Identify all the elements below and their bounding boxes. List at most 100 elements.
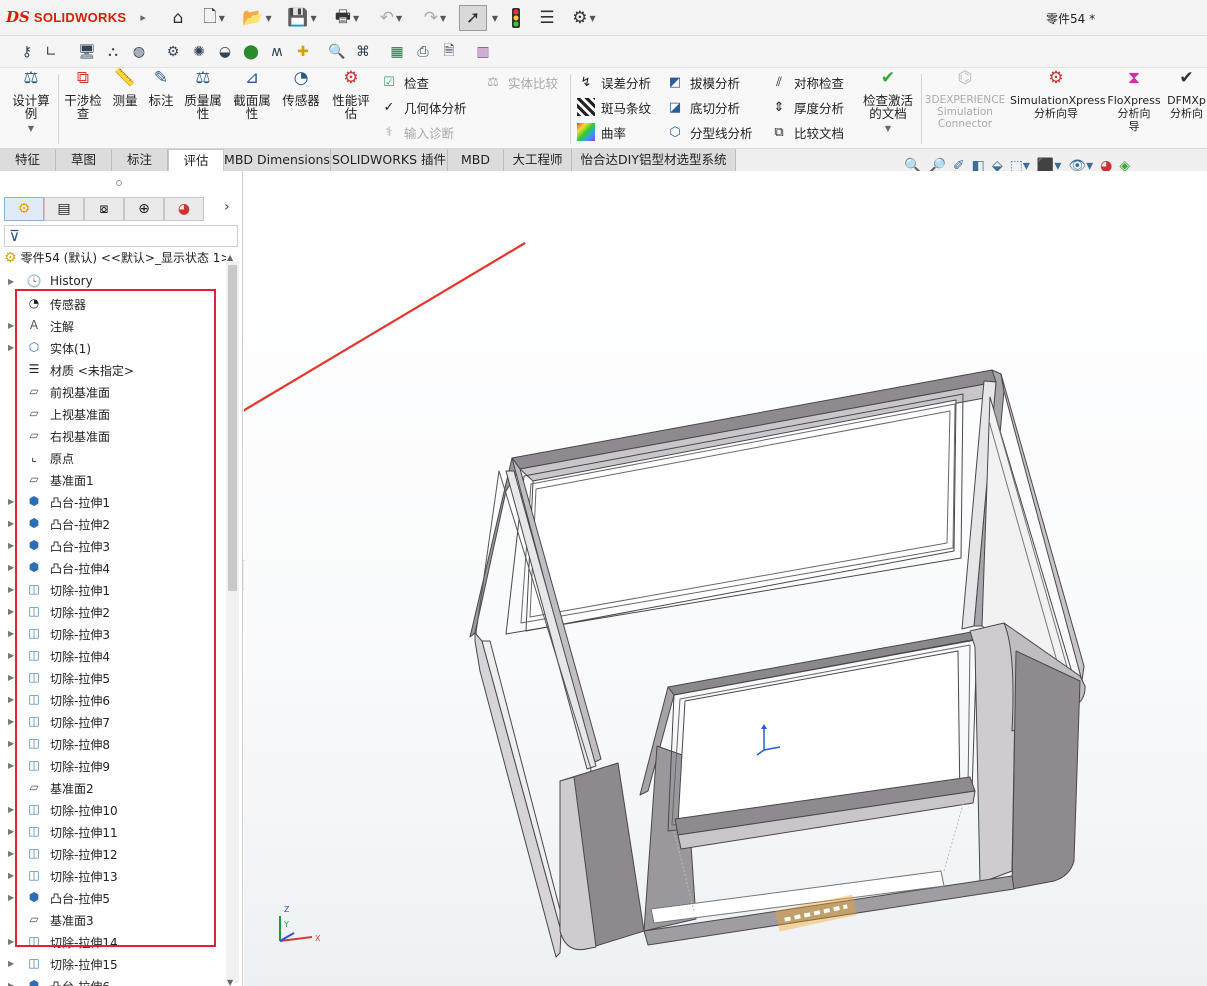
solidworks-logo[interactable]: DS SOLIDWORKS ▸ xyxy=(6,8,146,26)
print-button[interactable]: 🖶 ▼ xyxy=(330,5,364,31)
compare-bodies-button[interactable]: ⚖ 实体比较 xyxy=(484,72,558,92)
file-properties-button[interactable]: ☰ xyxy=(536,5,558,31)
redo-button[interactable]: ↷ ▼ xyxy=(418,5,452,31)
expand-icon[interactable]: ▶ xyxy=(8,981,14,986)
expand-icon[interactable]: ▶ xyxy=(8,651,14,660)
tree-node[interactable]: ▶ ◫ 切除-拉伸4 xyxy=(0,644,226,666)
tab-yihada-profile[interactable]: 怡合达DIY铝型材选型系统 xyxy=(572,149,736,171)
tree-filter[interactable]: ⊽ xyxy=(4,225,238,247)
expand-icon[interactable]: ▶ xyxy=(8,761,14,770)
deviation-analysis-button[interactable]: ↯ 误差分析 xyxy=(577,72,651,92)
tree-node[interactable]: ▶ ◫ 切除-拉伸5 xyxy=(0,666,226,688)
configurationmanager-tab[interactable]: ⧇ xyxy=(84,197,124,221)
expand-icon[interactable]: ▶ xyxy=(8,343,14,352)
tree-node[interactable]: ▶ ◫ 切除-拉伸7 xyxy=(0,710,226,732)
tree-node[interactable]: ▶ ◫ 切除-拉伸15 xyxy=(0,952,226,974)
draft-analysis-button[interactable]: ◩ 拔模分析 xyxy=(666,72,740,92)
tree-node[interactable]: ▶ ◫ 切除-拉伸2 xyxy=(0,600,226,622)
dfmxpress-button[interactable]: ✔ DFMXp 分析向 xyxy=(1166,72,1207,120)
rebuild-button[interactable] xyxy=(506,5,526,31)
expand-icon[interactable]: ▶ xyxy=(8,849,14,858)
check-button[interactable]: ☑ 检查 xyxy=(380,72,429,92)
expand-icon[interactable]: ▶ xyxy=(8,959,14,968)
tab-big-engineer[interactable]: 大工程师 xyxy=(504,149,572,171)
tab-solidworks-addins[interactable]: SOLIDWORKS 插件 xyxy=(331,149,448,171)
plus-icon[interactable]: ✚ xyxy=(294,43,312,61)
pin-icon[interactable]: ⬤ xyxy=(242,43,260,61)
home-icon[interactable]: ⌂ xyxy=(166,5,190,31)
tree-node[interactable]: ▶ ◫ 切除-拉伸12 xyxy=(0,842,226,864)
expand-icon[interactable]: ▶ xyxy=(8,893,14,902)
expand-icon[interactable]: ▶ xyxy=(8,563,14,572)
zebra-stripes-button[interactable]: 斑马条纹 xyxy=(577,97,651,117)
tree-node[interactable]: ▱ 基准面3 xyxy=(0,908,226,930)
key-icon[interactable]: ⚷ xyxy=(18,43,36,61)
undo-button[interactable]: ↶ ▼ xyxy=(374,5,408,31)
tree-node[interactable]: ▶ ◫ 切除-拉伸3 xyxy=(0,622,226,644)
geometry-analysis-button[interactable]: ✓ 几何体分析 xyxy=(380,97,467,117)
report-icon[interactable]: ▥ xyxy=(474,43,492,61)
display-manager-tab[interactable]: ◕ xyxy=(164,197,204,221)
tree-node[interactable]: ▶ ⬡ 实体(1) xyxy=(0,336,226,358)
compare-documents-button[interactable]: ⧉ 比较文档 xyxy=(770,122,844,142)
tree-node[interactable]: ◔ 传感器 xyxy=(0,292,226,314)
performance-button[interactable]: ⚙ 性能评估 xyxy=(328,70,374,121)
cog-colored-icon[interactable]: ✺ xyxy=(190,43,208,61)
import-diagnostics-button[interactable]: ⚕ 输入诊断 xyxy=(380,122,454,142)
floxpress-button[interactable]: ⧗ FloXpress 分析向导 xyxy=(1106,70,1162,134)
expand-icon[interactable]: ▶ xyxy=(8,321,14,330)
save-button[interactable]: 💾 ▼ xyxy=(285,5,319,31)
globe-icon[interactable]: ◍ xyxy=(130,43,148,61)
scroll-thumb[interactable] xyxy=(228,265,237,591)
tab-markup[interactable]: 标注 xyxy=(112,149,168,171)
wave-icon[interactable]: ʍ xyxy=(268,43,286,61)
mass-properties-button[interactable]: ⚖ 质量属性 xyxy=(180,70,226,121)
tree-node[interactable]: ▶ ⬢ 凸台-拉伸6 xyxy=(0,974,226,986)
thickness-analysis-button[interactable]: ⇕ 厚度分析 xyxy=(770,97,844,117)
design-study-button[interactable]: ⚖ 设计算例 ▼ xyxy=(6,70,56,135)
expand-icon[interactable]: ▶ xyxy=(8,717,14,726)
expand-icon[interactable]: ▶ xyxy=(8,673,14,682)
curvature-button[interactable]: 曲率 xyxy=(577,122,626,142)
tree-node[interactable]: ▱ 基准面2 xyxy=(0,776,226,798)
section-properties-button[interactable]: ⊿ 截面属性 xyxy=(229,70,275,121)
zoom-icon[interactable]: 🔍 xyxy=(328,43,346,61)
expand-icon[interactable]: ▶ xyxy=(8,519,14,528)
interference-button[interactable]: ⧉ 干涉检查 xyxy=(60,70,106,121)
tree-node[interactable]: ▱ 右视基准面 xyxy=(0,424,226,446)
tree-node[interactable]: ▶ ◫ 切除-拉伸8 xyxy=(0,732,226,754)
expand-icon[interactable]: ▶ xyxy=(8,277,14,286)
scroll-down-icon[interactable]: ▼ xyxy=(227,978,233,986)
dimxpert-tab[interactable]: ⊕ xyxy=(124,197,164,221)
check-active-doc-button[interactable]: ✔ 检查激活 的文档 ▼ xyxy=(858,70,918,135)
expand-icon[interactable]: ▶ xyxy=(8,607,14,616)
tree-node[interactable]: ▶ ◫ 切除-拉伸10 xyxy=(0,798,226,820)
expand-icon[interactable]: ▶ xyxy=(8,739,14,748)
open-button[interactable]: 📂 ▼ xyxy=(240,5,274,31)
scroll-up-icon[interactable]: ▲ xyxy=(227,253,233,262)
gear-icon[interactable]: ⚙ xyxy=(164,43,182,61)
undercut-analysis-button[interactable]: ◪ 底切分析 xyxy=(666,97,740,117)
monitor-icon[interactable]: 🖥 xyxy=(78,43,96,61)
network-icon[interactable]: ⛬ xyxy=(104,43,122,61)
tab-features[interactable]: 特征 xyxy=(0,149,56,171)
tree-scrollbar[interactable]: ▲ ▼ xyxy=(226,253,239,986)
expand-icon[interactable]: ▶ xyxy=(8,937,14,946)
tree-node[interactable]: ▶ 🕓 History xyxy=(0,270,226,292)
tree-node[interactable]: ▶ ⬢ 凸台-拉伸4 xyxy=(0,556,226,578)
bowl-icon[interactable]: ◒ xyxy=(216,43,234,61)
graphics-area[interactable]: Y X Z xyxy=(244,171,1207,986)
tab-mbd-dimensions[interactable]: MBD Dimensions xyxy=(224,149,331,171)
binoculars-icon[interactable]: ⌘ xyxy=(354,43,372,61)
tab-sketch[interactable]: 草图 xyxy=(56,149,112,171)
tree-node[interactable]: ▱ 上视基准面 xyxy=(0,402,226,424)
select-button[interactable]: ➚ xyxy=(459,5,487,31)
tree-node[interactable]: ▶ ◫ 切除-拉伸11 xyxy=(0,820,226,842)
markup-button[interactable]: ✎ 标注 xyxy=(144,70,178,108)
more-tabs-icon[interactable]: › xyxy=(224,199,230,215)
expand-icon[interactable]: ▶ xyxy=(8,629,14,638)
tree-node[interactable]: ▱ 前视基准面 xyxy=(0,380,226,402)
tree-node[interactable]: ▶ ◫ 切除-拉伸1 xyxy=(0,578,226,600)
simulation-connector-button[interactable]: ⌬ 3DEXPERIENCE Simulation Connector xyxy=(924,70,1006,131)
expand-icon[interactable]: ▶ xyxy=(8,497,14,506)
